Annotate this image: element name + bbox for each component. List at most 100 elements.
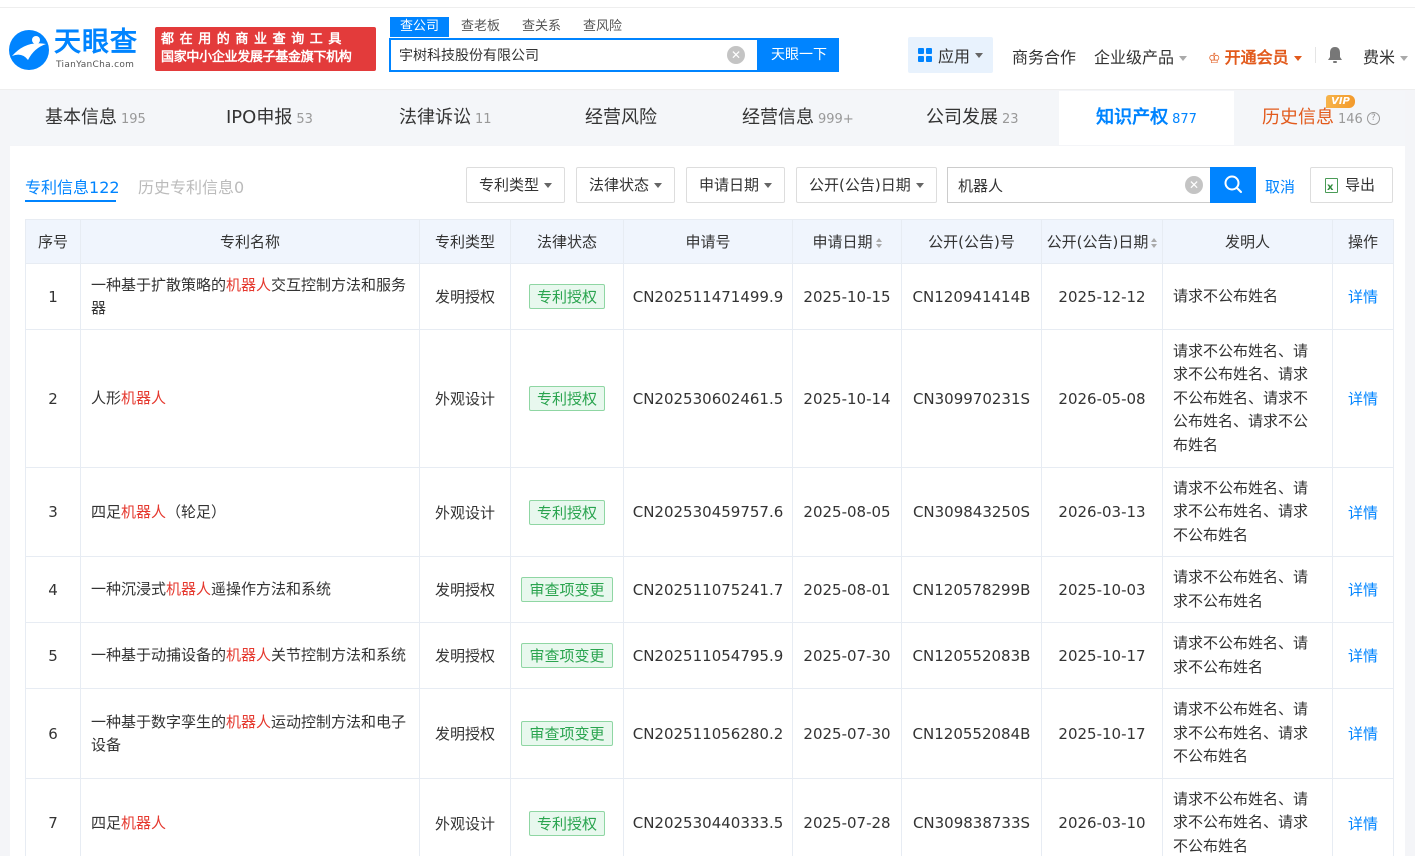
keyword-search-input[interactable]	[948, 168, 1168, 202]
cell-type: 发明授权	[419, 556, 511, 623]
user-menu[interactable]: 费米	[1363, 44, 1409, 68]
filter-apply-date[interactable]: 申请日期	[686, 167, 786, 203]
detail-link[interactable]: 详情	[1348, 581, 1378, 599]
cell-status: 专利授权	[510, 778, 624, 856]
detail-link[interactable]: 详情	[1348, 390, 1378, 408]
patent-name-link[interactable]: 一种基于动捕设备的机器人关节控制方法和系统	[80, 622, 420, 689]
clear-search-icon[interactable]: ✕	[727, 46, 745, 64]
tianyancha-logo[interactable]: 天眼查 TianYanCha.com	[6, 26, 148, 72]
cell-inventor: 请求不公布姓名、请求不公布姓名、请求不公布姓名	[1162, 467, 1333, 557]
cell-status: 审查项变更	[510, 622, 624, 689]
col-header-app-date[interactable]: 申请日期	[792, 219, 902, 264]
search-button[interactable]: 天眼一下	[759, 38, 839, 72]
cell-status: 审查项变更	[510, 556, 624, 623]
cell-action: 详情	[1332, 467, 1394, 557]
patent-name-link[interactable]: 一种基于扩散策略的机器人交互控制方法和服务器	[80, 263, 420, 330]
search-tab-relation[interactable]: 查关系	[512, 17, 571, 37]
nav-enterprise-menu[interactable]: 企业级产品	[1094, 44, 1188, 68]
tab-development[interactable]: 公司发展 23	[926, 91, 1019, 145]
excel-icon	[1325, 171, 1338, 205]
filter-label: 法律状态	[589, 176, 650, 194]
tab-label: 公司发展	[926, 107, 998, 128]
tab-label: 经营风险	[585, 107, 657, 128]
detail-link[interactable]: 详情	[1348, 504, 1378, 522]
patent-name-link[interactable]: 四足机器人（轮足）	[80, 467, 420, 557]
col-header-pub-date[interactable]: 公开(公告)日期	[1041, 219, 1163, 264]
status-badge: 专利授权	[528, 810, 605, 836]
tab-intellectual-property[interactable]: 知识产权 877	[1059, 91, 1234, 145]
search-tab-risk[interactable]: 查风险	[573, 17, 632, 37]
export-button[interactable]: 导出	[1310, 167, 1393, 205]
name-text: 一种沉浸式	[91, 580, 167, 598]
tab-history[interactable]: 历史信息 146?	[1262, 91, 1380, 145]
company-search-box: ✕	[389, 38, 759, 72]
sort-icon	[1151, 237, 1158, 248]
cell-app-no: CN202530459757.6	[623, 467, 793, 557]
tab-count: 146	[1338, 112, 1363, 127]
tab-label: IPO申报	[226, 107, 293, 128]
tab-ipo[interactable]: IPO申报 53	[226, 91, 313, 145]
filter-patent-type[interactable]: 专利类型	[466, 167, 566, 203]
cell-pub-date: 2025-10-17	[1041, 622, 1163, 689]
notification-bell-icon[interactable]	[1327, 46, 1343, 64]
search-icon	[1224, 175, 1242, 193]
cell-action: 详情	[1332, 556, 1394, 623]
name-keyword-highlight: 机器人	[121, 813, 167, 832]
patent-name-link[interactable]: 人形机器人	[80, 329, 420, 468]
nav-business-link[interactable]: 商务合作	[1012, 44, 1076, 68]
detail-link[interactable]: 详情	[1348, 647, 1378, 665]
status-badge: 专利授权	[528, 499, 605, 525]
sort-icon	[875, 237, 882, 248]
cell-no: 3	[25, 467, 81, 557]
nav-vip-menu[interactable]: ♔ 开通会员	[1208, 44, 1302, 68]
detail-link[interactable]: 详情	[1348, 815, 1378, 833]
cell-pub-date: 2025-12-12	[1041, 263, 1163, 330]
name-text: 人形	[91, 389, 122, 407]
cell-pub-date: 2026-03-13	[1041, 467, 1163, 557]
cell-pub-date: 2025-10-03	[1041, 556, 1163, 623]
search-tab-boss[interactable]: 查老板	[451, 17, 510, 37]
tab-label: 基本信息	[45, 107, 117, 128]
col-header-status: 法律状态	[510, 219, 624, 264]
keyword-search-button[interactable]	[1210, 167, 1256, 203]
nav-divider	[1315, 47, 1316, 63]
table-row: 6 一种基于数字孪生的机器人运动控制方法和电子设备 发明授权 审查项变更 CN2…	[25, 688, 1394, 779]
name-text: 关节控制方法和系统	[271, 646, 407, 664]
company-search-input[interactable]	[391, 40, 711, 70]
col-header-inventor: 发明人	[1162, 219, 1333, 264]
cell-app-date: 2025-10-14	[792, 329, 902, 468]
filter-legal-status[interactable]: 法律状态	[576, 167, 676, 203]
detail-link[interactable]: 详情	[1348, 288, 1378, 306]
status-badge: 专利授权	[528, 386, 605, 411]
tab-operation-info[interactable]: 经营信息 999+	[742, 91, 854, 145]
patent-name-link[interactable]: 四足机器人	[80, 778, 420, 856]
apps-menu-button[interactable]: 应用	[908, 37, 993, 73]
subtab-history-patents[interactable]: 历史专利信息0	[138, 174, 244, 198]
patent-name-link[interactable]: 一种基于数字孪生的机器人运动控制方法和电子设备	[80, 688, 420, 779]
vip-badge: VIP	[1326, 95, 1355, 108]
cell-inventor: 请求不公布姓名、请求不公布姓名、请求不公布姓名	[1162, 688, 1333, 779]
detail-link[interactable]: 详情	[1348, 725, 1378, 743]
cell-inventor: 请求不公布姓名、请求不公布姓名、请求不公布姓名	[1162, 778, 1333, 856]
cancel-search-link[interactable]: 取消	[1265, 176, 1295, 197]
patent-name-link[interactable]: 一种沉浸式机器人遥操作方法和系统	[80, 556, 420, 623]
search-tab-company[interactable]: 查公司	[390, 17, 450, 37]
help-icon[interactable]: ?	[1366, 111, 1380, 125]
cell-pub-date: 2026-05-08	[1041, 329, 1163, 468]
subtab-patents[interactable]: 专利信息122	[25, 174, 120, 198]
apps-grid-icon	[917, 48, 932, 62]
cell-no: 4	[25, 556, 81, 623]
tab-label: 知识产权	[1096, 107, 1169, 128]
clear-keyword-icon[interactable]: ✕	[1185, 176, 1203, 194]
tab-lawsuits[interactable]: 法律诉讼 11	[399, 91, 492, 145]
tab-operation-risk[interactable]: 经营风险	[585, 91, 657, 145]
patent-table: 序号 专利名称 专利类型 法律状态 申请号 申请日期 公开(公告)号 公开(公告…	[25, 219, 1394, 856]
cell-no: 5	[25, 622, 81, 689]
tab-basic-info[interactable]: 基本信息 195	[45, 91, 146, 145]
filter-pub-date[interactable]: 公开(公告)日期	[796, 167, 937, 203]
cell-app-date: 2025-07-30	[792, 622, 902, 689]
cell-type: 发明授权	[419, 263, 511, 330]
keyword-search-box: ✕	[947, 167, 1211, 203]
tab-count: 195	[121, 112, 146, 127]
cell-app-no: CN202511471499.9	[623, 263, 793, 330]
